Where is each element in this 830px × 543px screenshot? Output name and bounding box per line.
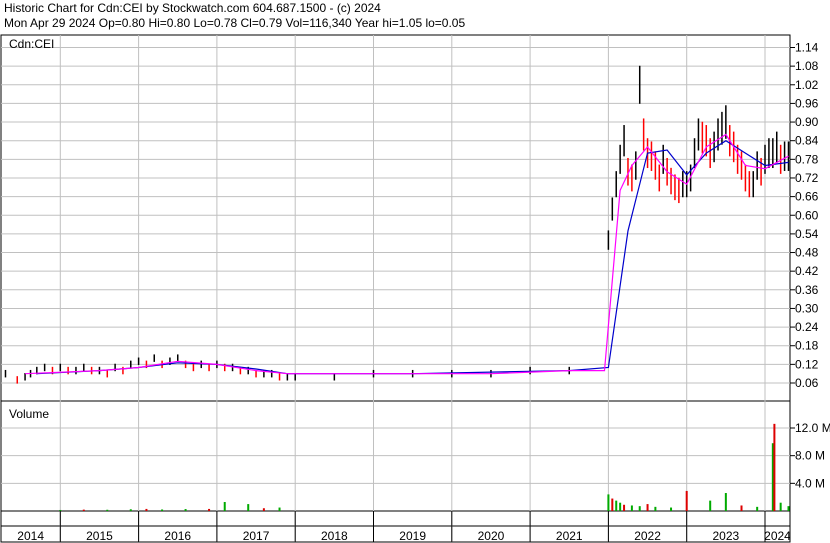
x-axis-label: 2024 [764,529,791,543]
volume-bar [646,504,649,511]
x-axis-label: 2014 [17,529,44,543]
volume-bar [223,502,226,511]
x-axis-label: 2020 [478,529,505,543]
volume-bar [724,493,727,511]
x-axis-label: 2022 [634,529,661,543]
volume-bar [779,502,782,511]
volume-bar [278,507,281,511]
volume-tick-label: 4.0 M [795,476,825,490]
price-tick-label: 1.02 [795,78,819,92]
price-tick-label: 0.36 [795,283,819,297]
volume-bar [654,506,657,511]
volume-bar [740,505,743,511]
stock-chart: Cdn:CEI Volume 1.14 1.08 1.02 0.96 0.90 0.84 0… [0,34,830,543]
price-tick-label: 0.30 [795,301,819,315]
price-tick-label: 0.60 [795,208,819,222]
x-axis-label: 2018 [321,529,348,543]
volume-bar [611,498,614,511]
volume-bar [773,423,776,511]
volume-bar [59,509,62,511]
volume-tick-label: 8.0 M [795,449,825,463]
volume-bar [709,500,712,511]
price-panel-title: Cdn:CEI [9,37,54,51]
volume-bar [145,508,148,511]
price-tick-label: 0.12 [795,357,819,371]
volume-bar [161,509,164,511]
volume-bar [638,506,641,511]
price-tick-label: 0.54 [795,227,819,241]
price-tick-label: 0.18 [795,339,819,353]
volume-bar [756,506,759,511]
volume-bar [615,500,618,511]
x-axis-label: 2015 [86,529,113,543]
volume-bar [262,508,265,511]
x-axis-label: 2017 [243,529,270,543]
x-axis-label: 2016 [164,529,191,543]
price-tick-label: 0.78 [795,152,819,166]
price-tick-label: 1.08 [795,59,819,73]
volume-bar [619,502,622,511]
volume-tick-label: 12.0 M [795,421,830,435]
price-tick-label: 0.24 [795,320,819,334]
volume-bar [82,509,85,511]
volume-bar [247,504,250,511]
price-tick-label: 0.90 [795,115,819,129]
volume-panel-title: Volume [9,407,49,421]
price-tick-label: 1.14 [795,41,819,55]
volume-bar [184,509,187,511]
x-axis-label: 2019 [399,529,426,543]
price-tick-label: 0.96 [795,96,819,110]
volume-bar [685,490,688,511]
price-tick-label: 0.84 [795,134,819,148]
price-tick-label: 0.06 [795,376,819,390]
volume-axis-ticks: 12.0 M 8.0 M 4.0 M [790,421,830,490]
x-axis-label: 2021 [556,529,583,543]
volume-bar [129,509,132,511]
x-axis-label: 2023 [712,529,739,543]
price-tick-label: 0.66 [795,190,819,204]
price-tick-label: 0.48 [795,246,819,260]
volume-bar [208,508,211,511]
volume-bar [623,504,626,511]
price-axis-ticks: 1.14 1.08 1.02 0.96 0.90 0.84 0.78 0.72 0.66 0.60… [790,41,819,390]
volume-bar [630,505,633,511]
price-tick-label: 0.72 [795,171,819,185]
price-tick-label: 0.42 [795,264,819,278]
volume-bar [787,506,790,511]
volume-bar [106,509,109,511]
volume-bar [607,494,610,511]
volume-bar [670,507,673,511]
